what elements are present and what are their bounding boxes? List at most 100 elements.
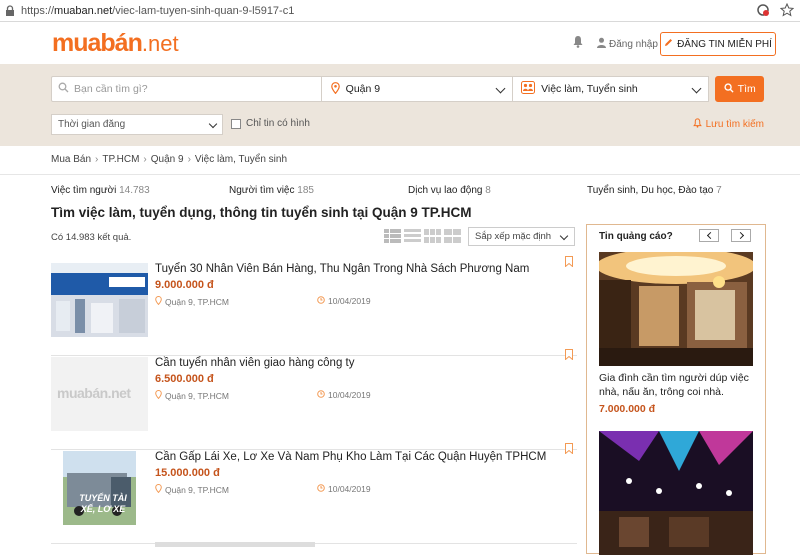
placeholder-logo: muabán.net xyxy=(57,385,131,401)
location-pin-icon xyxy=(155,484,162,495)
listing-thumbnail[interactable] xyxy=(51,263,148,337)
breadcrumb-separator: › xyxy=(95,154,99,165)
search-icon xyxy=(58,82,69,96)
ads-prev-button[interactable] xyxy=(699,229,719,242)
ads-heading: Tin quảng cáo? xyxy=(599,231,673,242)
listing-item[interactable]: Tuyển 30 Nhân Viên Bán Hàng, Thu Ngân Tr… xyxy=(51,256,577,356)
chevron-down-icon xyxy=(691,83,702,94)
breadcrumb-item[interactable]: TP.HCM xyxy=(102,154,139,165)
image-only-filter[interactable]: Chỉ tin có hình xyxy=(231,118,310,129)
ad-price: 7.000.000 đ xyxy=(599,403,656,415)
breadcrumb-item[interactable]: Quận 9 xyxy=(151,154,184,165)
bookmark-star-icon[interactable] xyxy=(779,2,795,17)
listing-item[interactable]: muabán.net Cần tuyển nhân viên giao hàng… xyxy=(51,349,577,450)
ads-nav xyxy=(699,229,751,242)
location-pin-icon xyxy=(155,296,162,307)
clock-icon xyxy=(317,484,325,494)
category-count-link[interactable]: Người tìm việc 185 xyxy=(229,185,314,196)
time-filter-select[interactable]: Thời gian đăng xyxy=(51,114,223,135)
filter-row: Thời gian đăng Chỉ tin có hình Lưu tìm k… xyxy=(51,114,764,136)
listing-date: 10/04/2019 xyxy=(317,296,371,306)
district-select[interactable]: Quận 9 xyxy=(321,76,514,102)
breadcrumb-separator: › xyxy=(143,154,147,165)
save-search-label: Lưu tìm kiếm xyxy=(705,119,764,130)
bell-icon xyxy=(692,118,702,131)
people-icon xyxy=(521,81,536,97)
clock-icon xyxy=(317,390,325,400)
sort-label: Sắp xếp mặc định xyxy=(475,231,552,242)
breadcrumb-item[interactable]: Mua Bán xyxy=(51,154,91,165)
ads-sidebar: Tin quảng cáo? Gia đình cần tìm người dú… xyxy=(586,224,766,555)
lock-icon xyxy=(5,4,15,17)
listing-item-partial xyxy=(51,540,577,547)
listing-price: 6.500.000 đ xyxy=(155,373,214,385)
thumbnail-caption: TUYỂN TÀI XẾ, LƠ XE xyxy=(79,493,127,514)
bookmark-icon[interactable] xyxy=(565,347,573,361)
sort-select[interactable]: Sắp xếp mặc định xyxy=(468,227,575,246)
search-icon xyxy=(724,82,734,96)
district-value: Quận 9 xyxy=(345,83,381,95)
breadcrumb-separator: › xyxy=(187,154,191,165)
listing-date: 10/04/2019 xyxy=(317,484,371,494)
bookmark-icon[interactable] xyxy=(565,441,573,455)
listing-price: 15.000.000 đ xyxy=(155,467,220,479)
user-icon xyxy=(596,37,607,51)
extension-icon[interactable] xyxy=(756,3,770,17)
search-input[interactable]: Bạn cần tìm gì? xyxy=(51,76,322,102)
large-grid-icon[interactable] xyxy=(444,229,461,243)
search-button[interactable]: Tìm xyxy=(715,76,764,102)
listing-location: Quận 9, TP.HCM xyxy=(155,296,229,307)
ad-description[interactable]: Gia đình cần tìm người dúp việc nhà, nấu… xyxy=(599,371,759,399)
ad-image[interactable] xyxy=(599,252,753,366)
listing-thumbnail[interactable]: TUYỂN TÀI XẾ, LƠ XE xyxy=(51,451,148,525)
listing-thumbnail[interactable]: muabán.net xyxy=(51,357,148,431)
listing-title[interactable]: Tuyển 30 Nhân Viên Bán Hàng, Thu Ngân Tr… xyxy=(155,263,529,275)
category-count-link[interactable]: Việc tìm người 14.783 xyxy=(51,185,150,196)
category-value: Việc làm, Tuyển sinh xyxy=(541,83,638,95)
breadcrumb-item[interactable]: Việc làm, Tuyển sinh xyxy=(195,154,287,165)
image-only-label: Chỉ tin có hình xyxy=(246,118,310,129)
location-pin-icon xyxy=(330,81,340,97)
divider xyxy=(0,174,800,175)
grid-view-icon[interactable] xyxy=(424,229,441,243)
listing-location: Quận 9, TP.HCM xyxy=(155,484,229,495)
pencil-icon xyxy=(664,38,673,50)
listing-date: 10/04/2019 xyxy=(317,390,371,400)
category-select[interactable]: Việc làm, Tuyển sinh xyxy=(513,76,710,102)
listing-title[interactable]: Cần tuyển nhân viên giao hàng công ty xyxy=(155,357,354,369)
location-pin-icon xyxy=(155,390,162,401)
address-bar[interactable]: https://muaban.net/viec-lam-tuyen-sinh-q… xyxy=(0,0,800,22)
results-count: Có 14.983 kết quả. xyxy=(51,232,132,243)
url-text[interactable]: https://muaban.net/viec-lam-tuyen-sinh-q… xyxy=(21,5,294,17)
chevron-down-icon xyxy=(495,83,506,94)
category-count-link[interactable]: Tuyển sinh, Du học, Đào tạo 7 xyxy=(587,185,722,196)
bookmark-icon[interactable] xyxy=(565,254,573,268)
login-label: Đăng nhập xyxy=(609,38,658,50)
compact-list-icon[interactable] xyxy=(404,229,421,243)
ad-image[interactable] xyxy=(599,431,753,555)
list-view-icon[interactable] xyxy=(384,229,401,243)
site-logo[interactable]: muabán.net xyxy=(52,29,179,58)
post-button-label: ĐĂNG TIN MIỄN PHÍ xyxy=(677,38,772,50)
time-filter-label: Thời gian đăng xyxy=(58,119,126,130)
save-search-link[interactable]: Lưu tìm kiếm xyxy=(692,118,764,131)
listing-title[interactable]: Cần Gấp Lái Xe, Lơ Xe Và Nam Phụ Kho Làm… xyxy=(155,451,546,463)
category-counts: Việc tìm người 14.783 Người tìm việc 185… xyxy=(51,185,763,199)
listing-location: Quận 9, TP.HCM xyxy=(155,390,229,401)
search-button-label: Tìm xyxy=(737,83,756,95)
chevron-down-icon xyxy=(559,231,569,241)
search-row: Bạn cần tìm gì? Quận 9 Việc làm, Tuyển s… xyxy=(51,76,764,102)
site-header: muabán.net Đăng nhập ĐĂNG TIN MIỄN PHÍ xyxy=(0,22,800,64)
search-panel: Bạn cần tìm gì? Quận 9 Việc làm, Tuyển s… xyxy=(0,64,800,146)
listing-price: 9.000.000 đ xyxy=(155,279,214,291)
view-mode-toggles xyxy=(384,229,461,243)
bell-icon[interactable] xyxy=(572,35,584,53)
clock-icon xyxy=(317,296,325,306)
image-only-checkbox[interactable] xyxy=(231,118,241,129)
login-link[interactable]: Đăng nhập xyxy=(596,37,658,51)
ads-next-button[interactable] xyxy=(731,229,751,242)
post-free-button[interactable]: ĐĂNG TIN MIỄN PHÍ xyxy=(660,32,776,56)
category-count-link[interactable]: Dịch vụ lao động 8 xyxy=(408,185,491,196)
listing-item[interactable]: TUYỂN TÀI XẾ, LƠ XE Cần Gấp Lái Xe, Lơ X… xyxy=(51,443,577,544)
page-title: Tìm việc làm, tuyển dụng, thông tin tuyể… xyxy=(51,205,472,220)
